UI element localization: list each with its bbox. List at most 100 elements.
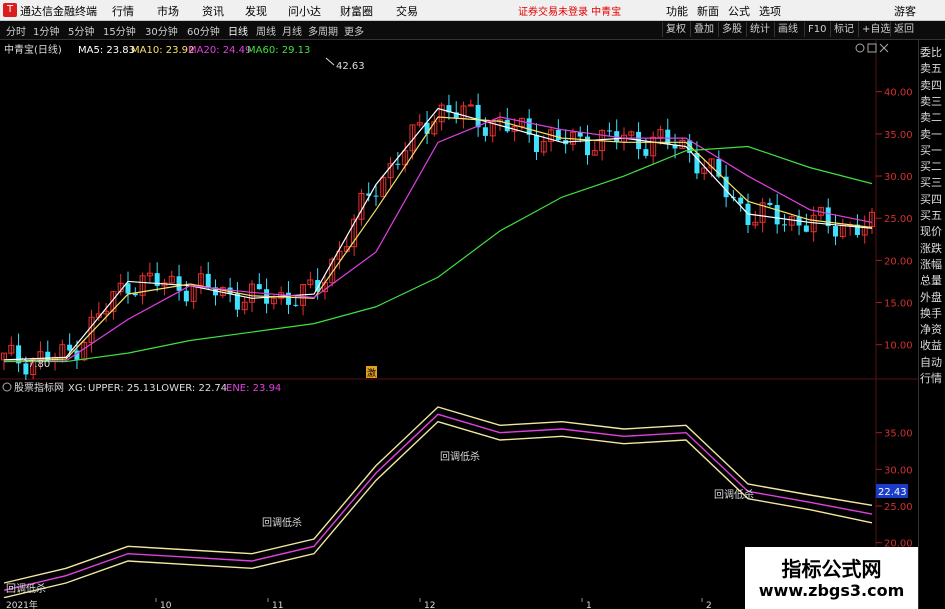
tf-15min[interactable]: 15分钟: [103, 23, 136, 38]
side-panel-item[interactable]: 买五: [920, 207, 945, 223]
btn-back[interactable]: 返回: [890, 22, 917, 37]
side-panel-item[interactable]: 行情: [920, 370, 945, 386]
menu-news[interactable]: 资讯: [202, 3, 224, 19]
side-panel-item[interactable]: 卖四: [920, 77, 945, 93]
candle-body: [825, 207, 831, 227]
btn-statistics[interactable]: 统计: [746, 22, 773, 37]
btn-add-favorite[interactable]: +自选: [858, 22, 893, 37]
side-panel-item[interactable]: 卖二: [920, 109, 945, 125]
tf-daily[interactable]: 日线: [228, 23, 248, 38]
candle-body: [183, 290, 189, 302]
candle-body: [256, 284, 262, 290]
candle-body: [395, 163, 401, 165]
signal-annotation: 回调低杀: [440, 450, 480, 463]
side-panel-item[interactable]: 总量: [920, 272, 945, 288]
kline-chart[interactable]: 40.00 35.00 30.00 25.00 20.00 15.00 10.00 中青宝(…: [0, 40, 918, 380]
tf-1min[interactable]: 1分钟: [33, 23, 59, 38]
indicator-name: 股票指标网: [14, 381, 64, 394]
tf-intraday[interactable]: 分时: [6, 23, 26, 38]
event-marker-icon[interactable]: 激: [367, 367, 376, 379]
tf-multi-period[interactable]: 多周期: [308, 23, 338, 38]
candle-body: [132, 293, 138, 296]
candle-body: [803, 225, 809, 232]
low-annotation: 7.80: [28, 359, 50, 370]
ma5-legend: MA5: 23.83: [78, 45, 135, 56]
tf-monthly[interactable]: 月线: [282, 23, 302, 38]
menu-formula[interactable]: 公式: [728, 3, 750, 19]
side-panel-item[interactable]: 卖一: [920, 126, 945, 142]
menu-options[interactable]: 选项: [759, 3, 781, 19]
signal-annotation: 回调低杀: [262, 516, 302, 529]
side-panel-item[interactable]: 买三: [920, 174, 945, 190]
side-panel-item[interactable]: 换手: [920, 305, 945, 321]
side-panel-item[interactable]: 外盘: [920, 289, 945, 305]
high-annotation: 42.63: [336, 61, 365, 72]
btn-draw-line[interactable]: 画线: [774, 22, 801, 37]
menu-new-page[interactable]: 新面: [697, 3, 719, 19]
menu-trade[interactable]: 交易: [396, 3, 418, 19]
btn-multi-stock[interactable]: 多股: [718, 22, 745, 37]
xg-legend: XG:: [68, 383, 86, 394]
side-panel-item[interactable]: 涨跌: [920, 240, 945, 256]
side-panel-item[interactable]: 自动: [920, 354, 945, 370]
signal-annotation: 回调低杀: [714, 488, 754, 501]
candle-body: [176, 276, 182, 291]
ma10-legend: MA10: 23.92: [131, 45, 194, 56]
tf-weekly[interactable]: 周线: [256, 23, 276, 38]
side-panel-item[interactable]: 卖五: [920, 60, 945, 76]
btn-f10[interactable]: F10: [804, 22, 829, 37]
app-logo-icon: T: [3, 3, 17, 17]
menu-assistant[interactable]: 问小达: [288, 3, 321, 19]
btn-overlay[interactable]: 叠加: [690, 22, 717, 37]
x-tick: 1: [586, 601, 592, 609]
x-tick: 10: [160, 601, 172, 609]
x-tick: 2021年: [6, 599, 38, 609]
side-panel-item[interactable]: 涨幅: [920, 256, 945, 272]
menu-guest[interactable]: 游客: [894, 3, 916, 19]
menu-bar: T 通达信金融终端 行情 市场 资讯 发现 问小达 财富圈 交易 证券交易未登录…: [0, 0, 945, 21]
candle-body: [67, 344, 73, 351]
y-tick-label: 30.00: [884, 465, 913, 476]
tf-more[interactable]: 更多: [344, 23, 364, 38]
side-panel-item[interactable]: 现价: [920, 223, 945, 239]
btn-adjust[interactable]: 复权: [662, 22, 689, 37]
x-tick: 12: [424, 601, 435, 609]
watermark-url: www.zbgs3.com: [758, 581, 905, 600]
site-watermark: 指标公式网 www.zbgs3.com: [745, 547, 918, 609]
side-panel-item[interactable]: 买四: [920, 191, 945, 207]
menu-function[interactable]: 功能: [666, 3, 688, 19]
side-panel-item[interactable]: 买二: [920, 158, 945, 174]
candle-body: [125, 283, 131, 294]
candle-body: [482, 127, 488, 136]
candle-body: [533, 134, 539, 152]
period-toolbar: 分时 1分钟 5分钟 15分钟 30分钟 60分钟 日线 周线 月线 多周期 更…: [0, 21, 945, 40]
x-tick: 2: [706, 601, 712, 609]
app-title: 通达信金融终端: [20, 5, 97, 18]
side-panel-item[interactable]: 卖三: [920, 93, 945, 109]
menu-quotes[interactable]: 行情: [112, 3, 134, 19]
candle-body: [205, 273, 211, 288]
y-tick-label: 35.00: [884, 130, 913, 141]
side-panel-item[interactable]: 收益: [920, 337, 945, 353]
x-tick: 11: [272, 601, 283, 609]
ma20-legend: MA20: 24.49: [188, 45, 251, 56]
lower-legend: LOWER: 22.74: [156, 383, 227, 394]
y-tick-label: 10.00: [884, 341, 913, 352]
tf-5min[interactable]: 5分钟: [68, 23, 94, 38]
menu-discover[interactable]: 发现: [245, 3, 267, 19]
side-panel-item[interactable]: 委比: [920, 44, 945, 60]
candle-body: [774, 204, 780, 225]
candle-body: [606, 130, 612, 132]
side-panel-item[interactable]: 净资: [920, 321, 945, 337]
watermark-title: 指标公式网: [781, 557, 882, 581]
signal-annotation: 回调低杀: [6, 582, 46, 595]
btn-mark[interactable]: 标记: [830, 22, 857, 37]
menu-market[interactable]: 市场: [157, 3, 179, 19]
tf-30min[interactable]: 30分钟: [145, 23, 178, 38]
y-tick-label: 40.00: [884, 88, 913, 99]
candle-body: [373, 195, 379, 197]
ene-legend: ENE: 23.94: [226, 383, 281, 394]
tf-60min[interactable]: 60分钟: [187, 23, 220, 38]
side-panel-item[interactable]: 买一: [920, 142, 945, 158]
menu-wealth[interactable]: 财富圈: [340, 3, 373, 19]
